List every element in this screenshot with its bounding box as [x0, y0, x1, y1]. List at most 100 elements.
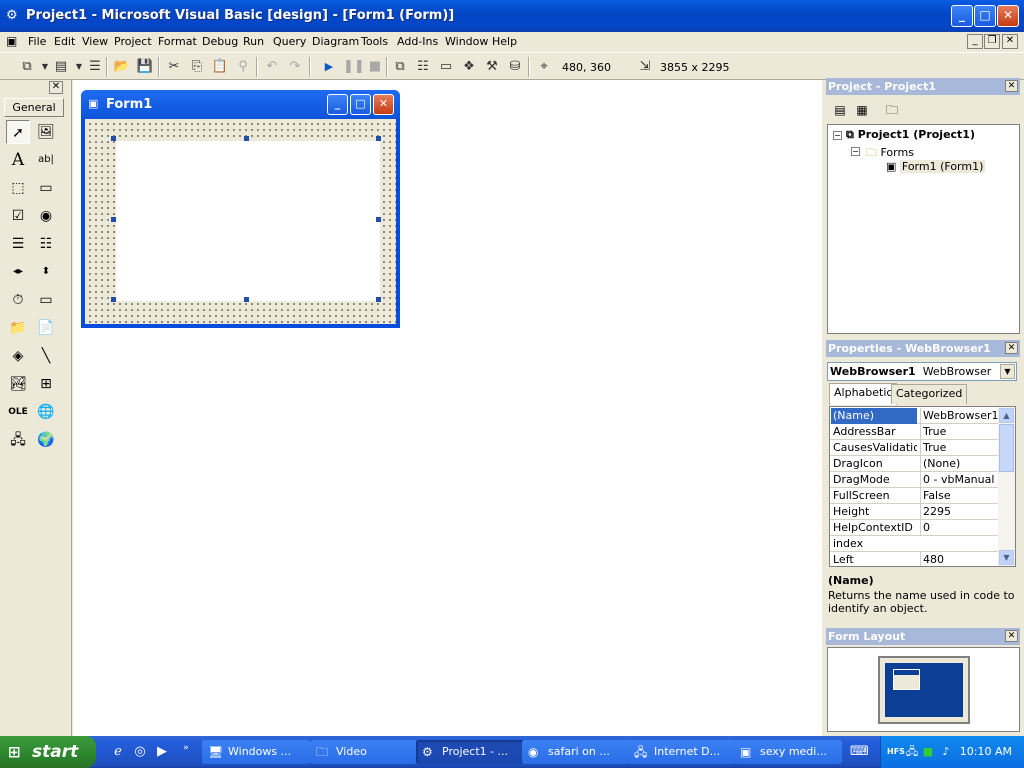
- property-row[interactable]: index: [830, 536, 998, 552]
- open-project-icon[interactable]: 📂: [113, 58, 131, 76]
- form-position-preview[interactable]: [893, 669, 920, 690]
- menu-project[interactable]: Project: [114, 35, 152, 48]
- hfs-icon[interactable]: HFS: [887, 744, 905, 760]
- close-button[interactable]: ✕: [997, 5, 1019, 27]
- properties-grid[interactable]: (Name) WebBrowser1 AddressBar True CausesV…: [829, 406, 1016, 567]
- resize-handle-n[interactable]: [244, 136, 249, 141]
- image-tool-icon[interactable]: 🏞: [6, 372, 30, 396]
- view-code-icon[interactable]: ▤: [830, 101, 850, 119]
- menu-run[interactable]: Run: [243, 35, 264, 48]
- menu-window[interactable]: Window: [445, 35, 488, 48]
- toolbox-general-tab[interactable]: General: [4, 98, 64, 117]
- tree-collapse-icon[interactable]: −: [833, 131, 842, 140]
- property-row[interactable]: AddressBar True: [830, 424, 998, 440]
- browser-quicklaunch-icon[interactable]: ◎: [132, 744, 148, 760]
- property-row[interactable]: HelpContextID 0: [830, 520, 998, 536]
- resize-handle-s[interactable]: [244, 297, 249, 302]
- volume-icon[interactable]: ♪: [939, 744, 953, 760]
- task-project1[interactable]: ⚙ Project1 - ...: [416, 740, 524, 764]
- minimize-button[interactable]: _: [951, 5, 973, 27]
- form-system-menu-icon[interactable]: ▣: [6, 34, 22, 50]
- menu-view[interactable]: View: [82, 35, 108, 48]
- property-value[interactable]: 480: [920, 552, 998, 566]
- form-layout-area[interactable]: [827, 647, 1020, 732]
- view-object-icon[interactable]: ▦: [852, 101, 872, 119]
- hscrollbar-tool-icon[interactable]: ◂▸: [6, 260, 30, 284]
- line-tool-icon[interactable]: ╲: [34, 344, 58, 368]
- title-bar[interactable]: ⚙ Project1 - Microsoft Visual Basic [des…: [0, 0, 1024, 32]
- checkbox-tool-icon[interactable]: ☑: [6, 204, 30, 228]
- data-view-icon[interactable]: ⛁: [506, 58, 524, 76]
- menu-tools[interactable]: Tools: [361, 35, 388, 48]
- mdi-restore-button[interactable]: ❐: [984, 34, 1000, 49]
- listbox-tool-icon[interactable]: ☷: [34, 232, 58, 256]
- copy-icon[interactable]: ⎘: [188, 58, 206, 76]
- task-video[interactable]: 🗀 Video: [310, 740, 418, 764]
- form-layout-icon[interactable]: ▭: [437, 58, 455, 76]
- scroll-thumb[interactable]: [999, 424, 1014, 472]
- textbox-tool-icon[interactable]: ab|: [34, 148, 58, 172]
- mdi-minimize-button[interactable]: _: [967, 34, 983, 49]
- keyboard-icon[interactable]: ⌨: [850, 744, 869, 760]
- form-title-bar[interactable]: ▣ Form1 _ □ ✕: [81, 90, 400, 119]
- property-row[interactable]: CausesValidationTrue: [830, 440, 998, 456]
- chevron-down-icon[interactable]: ▼: [1000, 364, 1015, 379]
- task-safari[interactable]: ◉ safari on ...: [522, 740, 630, 764]
- commandbutton-tool-icon[interactable]: ▭: [34, 176, 58, 200]
- menu-query[interactable]: Query: [273, 35, 306, 48]
- property-row[interactable]: (Name) WebBrowser1: [830, 408, 998, 424]
- vb-app-icon[interactable]: ⚙: [6, 8, 22, 24]
- form-minimize-button[interactable]: _: [327, 94, 348, 115]
- add-form-icon[interactable]: ▤: [52, 58, 70, 76]
- property-value[interactable]: 0 - vbManual: [920, 472, 998, 488]
- task-internet[interactable]: 🖧 Internet D...: [628, 740, 736, 764]
- find-icon[interactable]: ⚲: [234, 58, 252, 76]
- menu-file[interactable]: File: [28, 35, 46, 48]
- resize-handle-ne[interactable]: [376, 136, 381, 141]
- resize-handle-nw[interactable]: [111, 136, 116, 141]
- properties-window-icon[interactable]: ☷: [414, 58, 432, 76]
- menu-format[interactable]: Format: [158, 35, 197, 48]
- toggle-folders-icon[interactable]: 🗀: [882, 101, 902, 119]
- break-icon[interactable]: ❚❚: [343, 58, 365, 76]
- property-value[interactable]: False: [920, 488, 998, 504]
- tree-collapse-icon[interactable]: −: [851, 147, 860, 156]
- menu-debug[interactable]: Debug: [202, 35, 238, 48]
- internet-explorer-icon[interactable]: ℯ: [110, 744, 126, 760]
- ole-tool-icon[interactable]: OLE: [6, 400, 30, 424]
- property-value[interactable]: True: [920, 440, 998, 456]
- menu-help[interactable]: Help: [492, 35, 517, 48]
- scroll-up-icon[interactable]: ▲: [999, 408, 1014, 423]
- mdi-client-area[interactable]: ▣ Form1 _ □ ✕: [73, 80, 822, 736]
- tab-alphabetic[interactable]: Alphabetic: [829, 383, 898, 405]
- property-row[interactable]: DragMode 0 - vbManual: [830, 472, 998, 488]
- end-icon[interactable]: ■: [366, 58, 384, 76]
- frame-tool-icon[interactable]: ⬚: [6, 176, 30, 200]
- timer-tool-icon[interactable]: ⏱: [6, 288, 30, 312]
- form-icon[interactable]: ▣: [88, 97, 98, 110]
- start-button[interactable]: ⊞ start: [0, 736, 96, 768]
- pointer-tool-icon[interactable]: ➚: [6, 120, 30, 144]
- property-row[interactable]: Height 2295: [830, 504, 998, 520]
- resize-handle-se[interactable]: [376, 297, 381, 302]
- cut-icon[interactable]: ✂: [165, 58, 183, 76]
- webbrowser-tool-icon[interactable]: 🌐: [34, 400, 58, 424]
- tab-categorized[interactable]: Categorized: [891, 384, 968, 404]
- label-tool-icon[interactable]: A: [6, 148, 30, 172]
- combobox-tool-icon[interactable]: ☰: [6, 232, 30, 256]
- project-explorer-icon[interactable]: ⧉: [391, 58, 409, 76]
- tree-item-project[interactable]: ⧉ Project1 (Project1): [846, 128, 975, 142]
- maximize-button[interactable]: □: [974, 5, 996, 27]
- form-designer-window[interactable]: ▣ Form1 _ □ ✕: [81, 90, 400, 328]
- toolbox-close-button[interactable]: ✕: [49, 81, 63, 94]
- add-project-icon[interactable]: ⧉: [18, 58, 36, 76]
- object-browser-icon[interactable]: ❖: [460, 58, 478, 76]
- property-row[interactable]: FullScreen False: [830, 488, 998, 504]
- menu-diagram[interactable]: Diagram: [312, 35, 359, 48]
- network-tray-icon[interactable]: 🖧: [905, 744, 919, 760]
- form-close-button[interactable]: ✕: [373, 94, 394, 115]
- resize-handle-e[interactable]: [376, 217, 381, 222]
- start-icon[interactable]: ▶: [320, 58, 338, 76]
- property-value[interactable]: 0: [920, 520, 998, 536]
- menu-add-ins[interactable]: Add-Ins: [397, 35, 438, 48]
